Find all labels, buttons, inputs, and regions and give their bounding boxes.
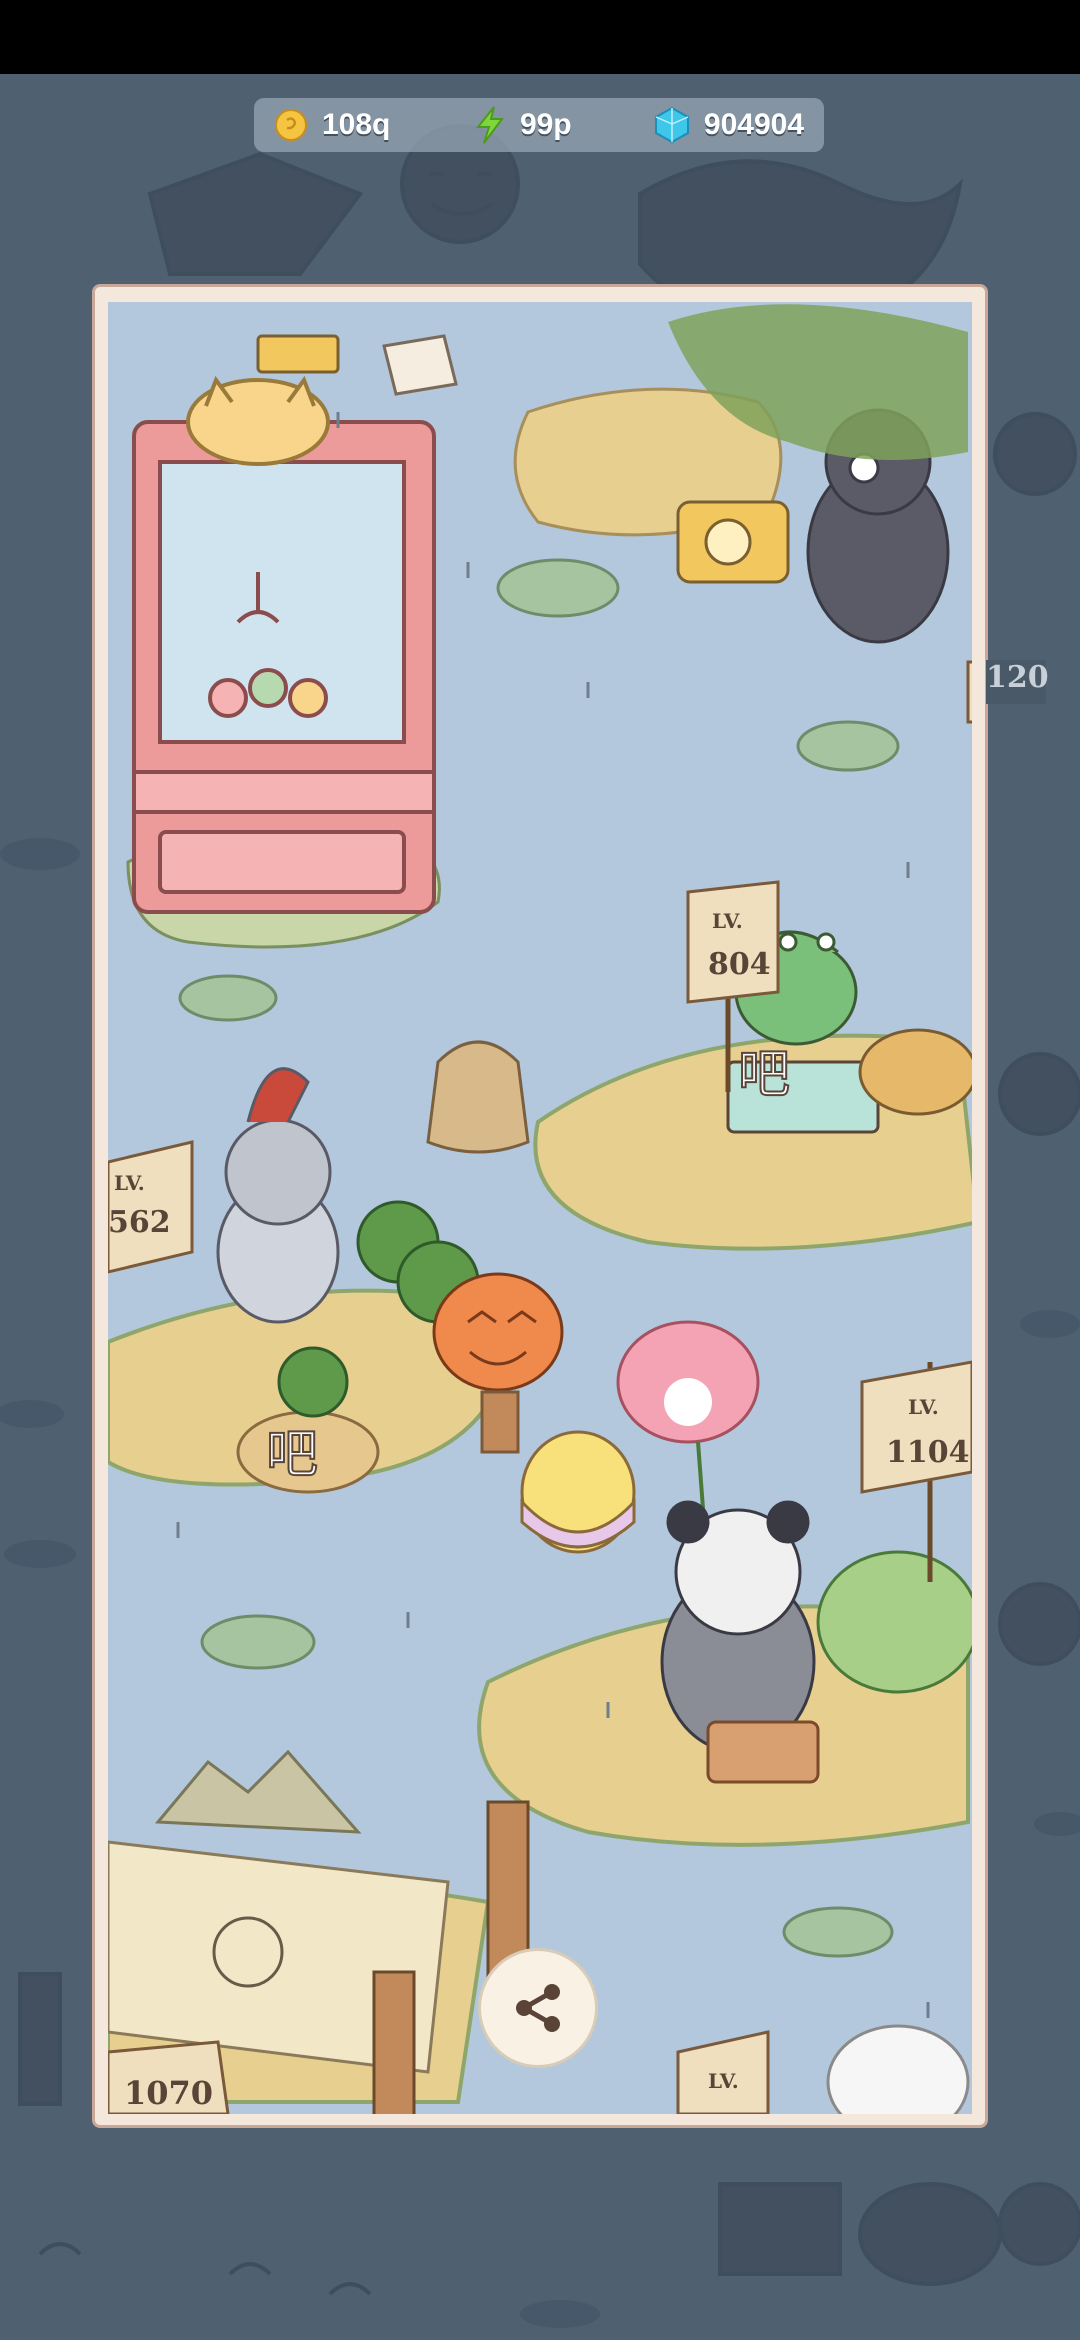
croc-speech: 吧 xyxy=(738,1045,790,1105)
energy-icon xyxy=(475,106,504,144)
sign-lv-562: LV. 562 xyxy=(108,1140,194,1274)
share-icon xyxy=(516,1984,560,2032)
status-bar xyxy=(0,0,1080,74)
sign-120 xyxy=(966,660,972,724)
coins-value: 108q xyxy=(322,108,391,141)
svg-text:1070: 1070 xyxy=(124,2074,213,2112)
paw-flower xyxy=(616,1320,760,1523)
gems-counter[interactable]: 904904 xyxy=(654,106,804,144)
claw-machine xyxy=(132,375,436,914)
scene-art: LV. 804 LV. 562 LV. 1104 1070 LV. 吧 吧 xyxy=(108,304,972,2114)
svg-text:LV.: LV. xyxy=(908,1395,939,1419)
sign-bottom-right: LV. xyxy=(676,2030,770,2114)
chick-egg xyxy=(520,1430,636,1554)
share-button[interactable] xyxy=(478,1948,598,2068)
coins-counter[interactable]: 108q xyxy=(274,108,474,142)
sign-120-label: 120 xyxy=(986,660,1049,704)
sign-804-value: 804 xyxy=(708,947,771,982)
gem-icon xyxy=(654,106,689,144)
svg-text:LV.: LV. xyxy=(114,1171,145,1195)
gems-value: 904904 xyxy=(703,108,804,141)
sign-lv-1104: LV. 1104 xyxy=(860,1360,972,1582)
sign-1070: 1070 xyxy=(108,2040,230,2114)
svg-text:LV.: LV. xyxy=(712,909,743,933)
game-scene[interactable]: LV. 804 LV. 562 LV. 1104 1070 LV. 吧 吧 xyxy=(108,302,972,2114)
svg-text:LV.: LV. xyxy=(708,2069,739,2093)
svg-text:562: 562 xyxy=(108,1205,171,1240)
energy-counter[interactable]: 99p xyxy=(474,105,654,145)
svg-text:1104: 1104 xyxy=(886,1435,970,1470)
energy-value: 99p xyxy=(519,108,572,141)
currency-bar: 108q 99p 904904 xyxy=(254,98,824,152)
knight-speech: 吧 xyxy=(266,1425,318,1485)
coin-icon xyxy=(275,109,307,141)
